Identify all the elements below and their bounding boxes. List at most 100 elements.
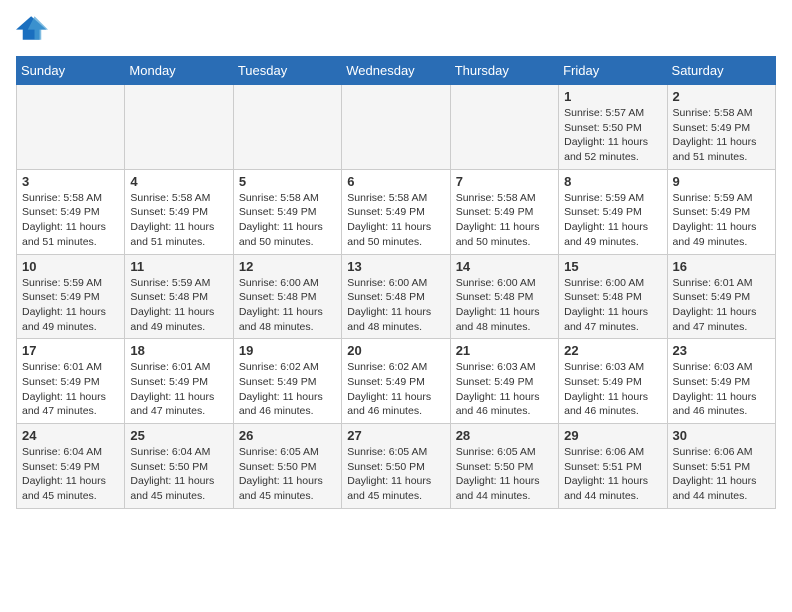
day-number: 10 bbox=[22, 259, 119, 274]
calendar-cell: 4 Sunrise: 5:58 AMSunset: 5:49 PMDaylight… bbox=[125, 169, 233, 254]
day-info: Sunrise: 6:05 AMSunset: 5:50 PMDaylight:… bbox=[456, 445, 553, 504]
day-number: 25 bbox=[130, 428, 227, 443]
day-number: 5 bbox=[239, 174, 336, 189]
calendar-cell: 8 Sunrise: 5:59 AMSunset: 5:49 PMDaylight… bbox=[559, 169, 667, 254]
day-info: Sunrise: 6:06 AMSunset: 5:51 PMDaylight:… bbox=[673, 445, 770, 504]
calendar-cell: 12 Sunrise: 6:00 AMSunset: 5:48 PMDayligh… bbox=[233, 254, 341, 339]
calendar-cell: 18 Sunrise: 6:01 AMSunset: 5:49 PMDayligh… bbox=[125, 339, 233, 424]
day-number: 29 bbox=[564, 428, 661, 443]
day-number: 19 bbox=[239, 343, 336, 358]
day-number: 24 bbox=[22, 428, 119, 443]
calendar-cell: 15 Sunrise: 6:00 AMSunset: 5:48 PMDayligh… bbox=[559, 254, 667, 339]
day-number: 20 bbox=[347, 343, 444, 358]
calendar-cell bbox=[342, 85, 450, 170]
day-info: Sunrise: 5:58 AMSunset: 5:49 PMDaylight:… bbox=[673, 106, 770, 165]
calendar-cell: 6 Sunrise: 5:58 AMSunset: 5:49 PMDaylight… bbox=[342, 169, 450, 254]
day-info: Sunrise: 6:05 AMSunset: 5:50 PMDaylight:… bbox=[347, 445, 444, 504]
day-info: Sunrise: 5:59 AMSunset: 5:49 PMDaylight:… bbox=[673, 191, 770, 250]
day-number: 12 bbox=[239, 259, 336, 274]
day-number: 18 bbox=[130, 343, 227, 358]
day-info: Sunrise: 6:05 AMSunset: 5:50 PMDaylight:… bbox=[239, 445, 336, 504]
calendar-cell: 10 Sunrise: 5:59 AMSunset: 5:49 PMDayligh… bbox=[17, 254, 125, 339]
calendar-cell bbox=[125, 85, 233, 170]
calendar-cell: 9 Sunrise: 5:59 AMSunset: 5:49 PMDaylight… bbox=[667, 169, 775, 254]
day-number: 27 bbox=[347, 428, 444, 443]
day-number: 15 bbox=[564, 259, 661, 274]
day-info: Sunrise: 6:06 AMSunset: 5:51 PMDaylight:… bbox=[564, 445, 661, 504]
day-number: 6 bbox=[347, 174, 444, 189]
calendar-cell: 13 Sunrise: 6:00 AMSunset: 5:48 PMDayligh… bbox=[342, 254, 450, 339]
day-number: 21 bbox=[456, 343, 553, 358]
day-info: Sunrise: 5:59 AMSunset: 5:49 PMDaylight:… bbox=[564, 191, 661, 250]
day-info: Sunrise: 6:00 AMSunset: 5:48 PMDaylight:… bbox=[456, 276, 553, 335]
calendar-cell: 14 Sunrise: 6:00 AMSunset: 5:48 PMDayligh… bbox=[450, 254, 558, 339]
calendar-cell: 2 Sunrise: 5:58 AMSunset: 5:49 PMDaylight… bbox=[667, 85, 775, 170]
calendar-week-5: 24Sunrise: 6:04 AMSunset: 5:49 PMDayligh… bbox=[17, 424, 776, 509]
day-info: Sunrise: 6:01 AMSunset: 5:49 PMDaylight:… bbox=[673, 276, 770, 335]
calendar-cell: 26Sunrise: 6:05 AMSunset: 5:50 PMDayligh… bbox=[233, 424, 341, 509]
day-number: 8 bbox=[564, 174, 661, 189]
calendar-cell: 29 Sunrise: 6:06 AMSunset: 5:51 PMDayligh… bbox=[559, 424, 667, 509]
calendar-cell: 30 Sunrise: 6:06 AMSunset: 5:51 PMDayligh… bbox=[667, 424, 775, 509]
calendar-week-4: 17 Sunrise: 6:01 AMSunset: 5:49 PMDayligh… bbox=[17, 339, 776, 424]
day-number: 2 bbox=[673, 89, 770, 104]
calendar-cell: 7Sunrise: 5:58 AMSunset: 5:49 PMDaylight… bbox=[450, 169, 558, 254]
calendar-cell: 22Sunrise: 6:03 AMSunset: 5:49 PMDayligh… bbox=[559, 339, 667, 424]
calendar-cell: 11 Sunrise: 5:59 AMSunset: 5:48 PMDayligh… bbox=[125, 254, 233, 339]
logo bbox=[16, 16, 50, 44]
calendar-cell: 17 Sunrise: 6:01 AMSunset: 5:49 PMDayligh… bbox=[17, 339, 125, 424]
calendar-cell: 24Sunrise: 6:04 AMSunset: 5:49 PMDayligh… bbox=[17, 424, 125, 509]
calendar-cell: 5Sunrise: 5:58 AMSunset: 5:49 PMDaylight… bbox=[233, 169, 341, 254]
day-number: 22 bbox=[564, 343, 661, 358]
day-info: Sunrise: 6:00 AMSunset: 5:48 PMDaylight:… bbox=[239, 276, 336, 335]
day-number: 16 bbox=[673, 259, 770, 274]
weekday-header-tuesday: Tuesday bbox=[233, 57, 341, 85]
day-info: Sunrise: 6:02 AMSunset: 5:49 PMDaylight:… bbox=[347, 360, 444, 419]
day-number: 9 bbox=[673, 174, 770, 189]
weekday-header-monday: Monday bbox=[125, 57, 233, 85]
calendar-cell: 3Sunrise: 5:58 AMSunset: 5:49 PMDaylight… bbox=[17, 169, 125, 254]
day-info: Sunrise: 5:57 AMSunset: 5:50 PMDaylight:… bbox=[564, 106, 661, 165]
day-number: 23 bbox=[673, 343, 770, 358]
day-info: Sunrise: 6:03 AMSunset: 5:49 PMDaylight:… bbox=[673, 360, 770, 419]
weekday-header-sunday: Sunday bbox=[17, 57, 125, 85]
day-info: Sunrise: 6:02 AMSunset: 5:49 PMDaylight:… bbox=[239, 360, 336, 419]
day-number: 17 bbox=[22, 343, 119, 358]
calendar-cell bbox=[17, 85, 125, 170]
calendar-cell: 20 Sunrise: 6:02 AMSunset: 5:49 PMDayligh… bbox=[342, 339, 450, 424]
day-info: Sunrise: 6:01 AMSunset: 5:49 PMDaylight:… bbox=[130, 360, 227, 419]
calendar-week-3: 10 Sunrise: 5:59 AMSunset: 5:49 PMDayligh… bbox=[17, 254, 776, 339]
day-info: Sunrise: 5:58 AMSunset: 5:49 PMDaylight:… bbox=[130, 191, 227, 250]
day-info: Sunrise: 6:01 AMSunset: 5:49 PMDaylight:… bbox=[22, 360, 119, 419]
calendar-cell bbox=[450, 85, 558, 170]
day-info: Sunrise: 6:00 AMSunset: 5:48 PMDaylight:… bbox=[564, 276, 661, 335]
calendar-week-1: 1 Sunrise: 5:57 AMSunset: 5:50 PMDaylight… bbox=[17, 85, 776, 170]
day-number: 28 bbox=[456, 428, 553, 443]
weekday-header-row: SundayMondayTuesdayWednesdayThursdayFrid… bbox=[17, 57, 776, 85]
day-number: 30 bbox=[673, 428, 770, 443]
weekday-header-saturday: Saturday bbox=[667, 57, 775, 85]
day-info: Sunrise: 6:00 AMSunset: 5:48 PMDaylight:… bbox=[347, 276, 444, 335]
page-header bbox=[16, 16, 776, 44]
day-info: Sunrise: 5:58 AMSunset: 5:49 PMDaylight:… bbox=[347, 191, 444, 250]
day-number: 4 bbox=[130, 174, 227, 189]
day-number: 13 bbox=[347, 259, 444, 274]
calendar-cell: 19 Sunrise: 6:02 AMSunset: 5:49 PMDayligh… bbox=[233, 339, 341, 424]
day-number: 11 bbox=[130, 259, 227, 274]
day-number: 14 bbox=[456, 259, 553, 274]
calendar-table: SundayMondayTuesdayWednesdayThursdayFrid… bbox=[16, 56, 776, 509]
calendar-cell: 16 Sunrise: 6:01 AMSunset: 5:49 PMDayligh… bbox=[667, 254, 775, 339]
day-number: 7 bbox=[456, 174, 553, 189]
day-info: Sunrise: 5:59 AMSunset: 5:48 PMDaylight:… bbox=[130, 276, 227, 335]
calendar-cell: 21 Sunrise: 6:03 AMSunset: 5:49 PMDayligh… bbox=[450, 339, 558, 424]
day-info: Sunrise: 6:03 AMSunset: 5:49 PMDaylight:… bbox=[456, 360, 553, 419]
logo-icon bbox=[16, 14, 48, 42]
calendar-cell: 1 Sunrise: 5:57 AMSunset: 5:50 PMDaylight… bbox=[559, 85, 667, 170]
calendar-cell: 28 Sunrise: 6:05 AMSunset: 5:50 PMDayligh… bbox=[450, 424, 558, 509]
calendar-cell bbox=[233, 85, 341, 170]
day-info: Sunrise: 6:04 AMSunset: 5:50 PMDaylight:… bbox=[130, 445, 227, 504]
day-info: Sunrise: 5:59 AMSunset: 5:49 PMDaylight:… bbox=[22, 276, 119, 335]
day-number: 1 bbox=[564, 89, 661, 104]
calendar-cell: 23 Sunrise: 6:03 AMSunset: 5:49 PMDayligh… bbox=[667, 339, 775, 424]
calendar-cell: 25 Sunrise: 6:04 AMSunset: 5:50 PMDayligh… bbox=[125, 424, 233, 509]
